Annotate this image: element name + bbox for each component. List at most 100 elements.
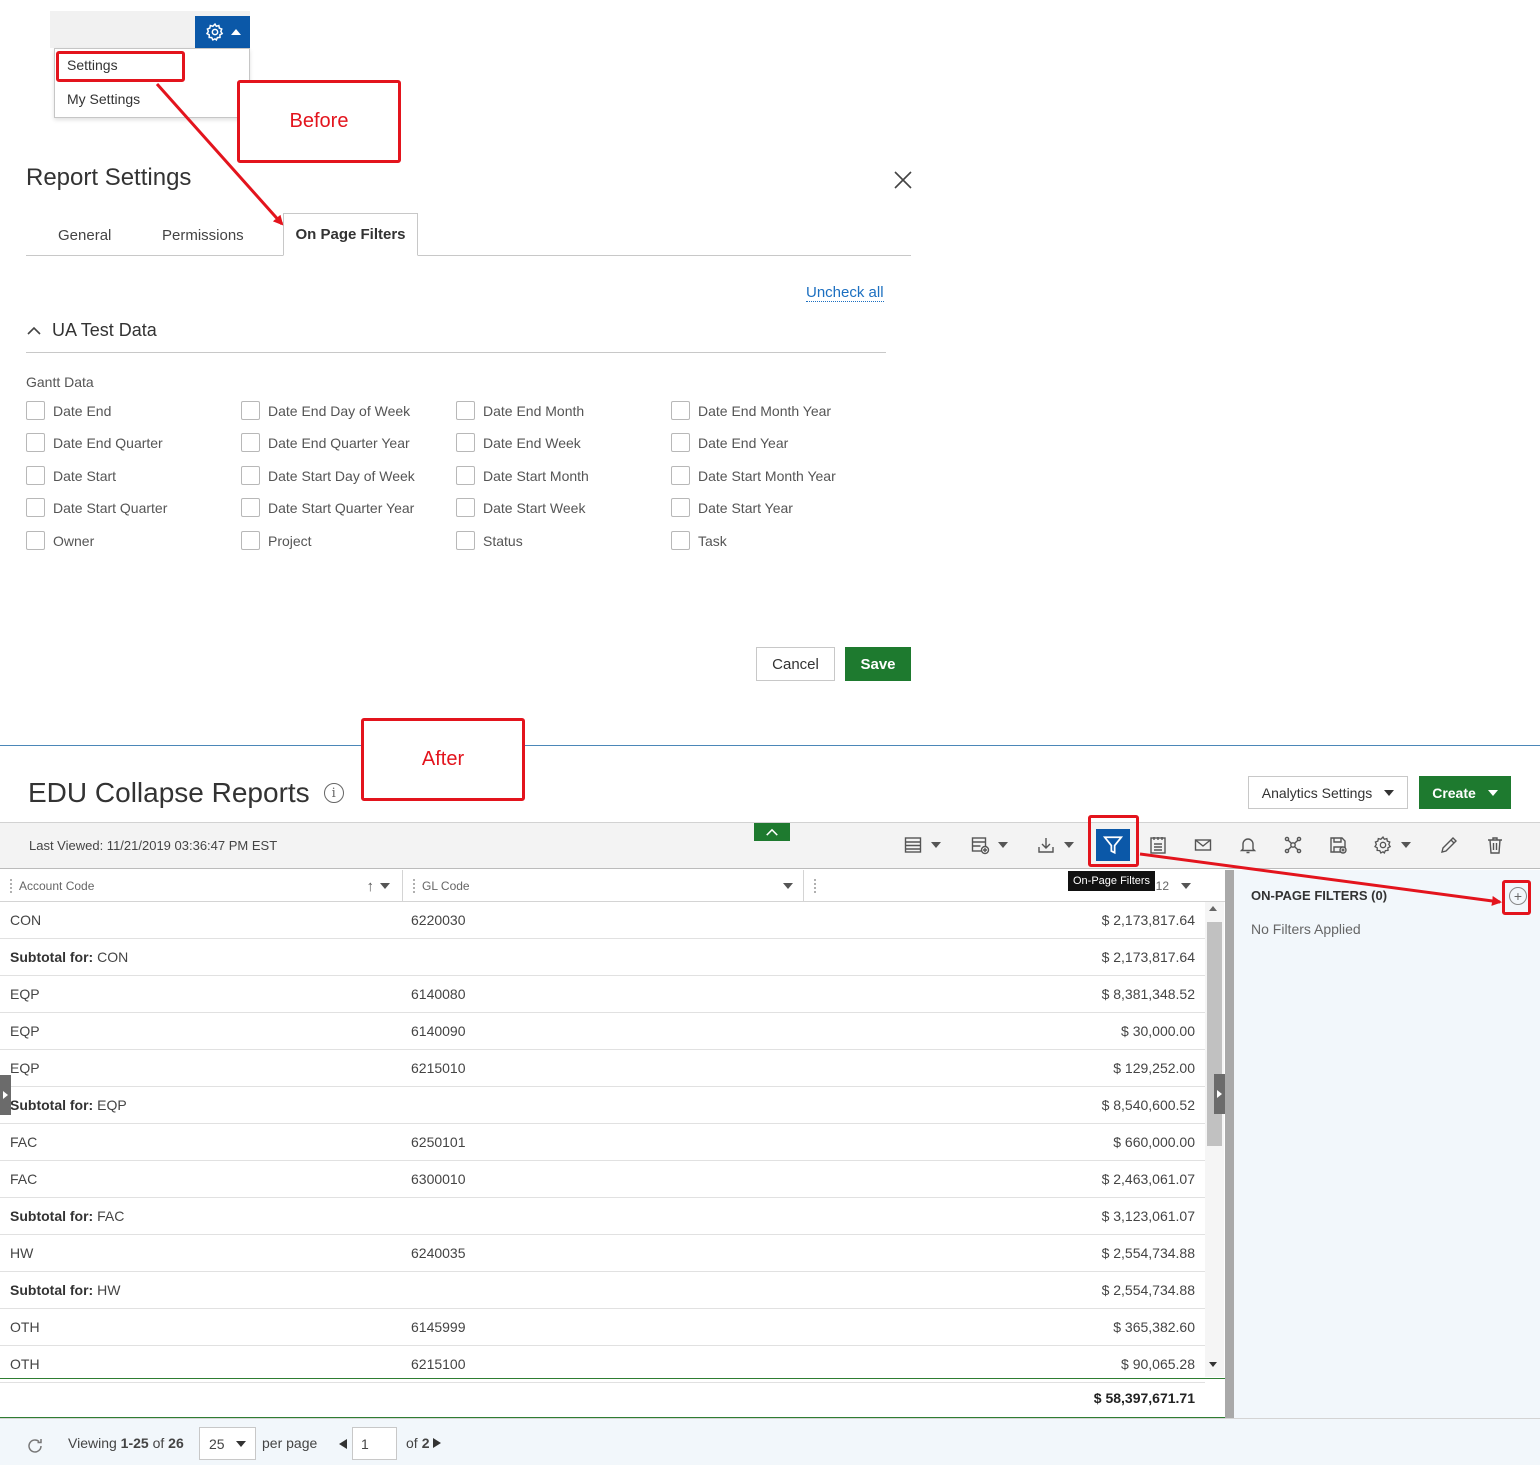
checkbox-box[interactable] xyxy=(26,466,45,485)
checkbox-label: Date End Month xyxy=(483,402,585,419)
checkbox-date-end-quarter[interactable]: Date End Quarter xyxy=(26,433,163,452)
info-icon[interactable]: i xyxy=(323,783,344,803)
drag-handle-icon[interactable] xyxy=(813,878,817,894)
checkbox-task[interactable]: Task xyxy=(671,531,727,550)
subtotal-label: Subtotal for: xyxy=(10,1208,94,1224)
checkbox-box[interactable] xyxy=(26,433,45,452)
layout-menu-button[interactable] xyxy=(903,834,941,856)
checkbox-date-end-day-of-week[interactable]: Date End Day of Week xyxy=(241,401,410,420)
checkbox-box[interactable] xyxy=(241,433,260,452)
menu-item-my-settings[interactable]: My Settings xyxy=(67,91,140,107)
checkbox-owner[interactable]: Owner xyxy=(26,531,94,550)
checkbox-date-end-month[interactable]: Date End Month xyxy=(456,401,584,420)
cancel-button[interactable]: Cancel xyxy=(756,647,835,681)
edit-button[interactable] xyxy=(1439,834,1459,856)
checkbox-date-start-quarter-year[interactable]: Date Start Quarter Year xyxy=(241,498,414,517)
analytics-settings-button[interactable]: Analytics Settings xyxy=(1248,776,1408,809)
drag-handle-icon[interactable] xyxy=(412,878,416,894)
annotation-before-label: Before xyxy=(237,80,401,163)
column-header-gl-code[interactable]: GL Code xyxy=(403,870,803,902)
checkbox-box[interactable] xyxy=(241,498,260,517)
per-page-label: per page xyxy=(262,1435,318,1451)
create-button[interactable]: Create xyxy=(1419,776,1511,809)
checkbox-project[interactable]: Project xyxy=(241,531,312,550)
tab-permissions[interactable]: Permissions xyxy=(162,227,244,244)
refresh-icon[interactable] xyxy=(25,1436,45,1459)
scroll-up-arrow-icon[interactable] xyxy=(1209,906,1217,911)
checkbox-box[interactable] xyxy=(26,531,45,550)
checkbox-box[interactable] xyxy=(456,401,475,420)
checkbox-date-end-month-year[interactable]: Date End Month Year xyxy=(671,401,831,420)
checkbox-date-start-month-year[interactable]: Date Start Month Year xyxy=(671,466,836,485)
checkbox-box[interactable] xyxy=(26,498,45,517)
checkbox-label: Date Start Month xyxy=(483,467,589,484)
checkbox-box[interactable] xyxy=(671,401,690,420)
checkbox-label: Owner xyxy=(53,532,95,549)
save-button[interactable]: Save xyxy=(845,647,911,681)
sort-controls[interactable]: ↑ xyxy=(367,878,390,895)
right-panel-toggle[interactable] xyxy=(1214,1074,1225,1114)
checkbox-date-end[interactable]: Date End xyxy=(26,401,111,420)
checkbox-date-start-year[interactable]: Date Start Year xyxy=(671,498,793,517)
checkbox-box[interactable] xyxy=(26,401,45,420)
checkbox-status[interactable]: Status xyxy=(456,531,523,550)
checkbox-box[interactable] xyxy=(456,433,475,452)
scroll-down-arrow-icon[interactable] xyxy=(1209,1362,1217,1367)
checkbox-date-start-day-of-week[interactable]: Date Start Day of Week xyxy=(241,466,415,485)
checkbox-box[interactable] xyxy=(456,466,475,485)
subtotal-code: EQP xyxy=(97,1097,127,1113)
checkbox-box[interactable] xyxy=(671,531,690,550)
checkbox-date-start-week[interactable]: Date Start Week xyxy=(456,498,585,517)
checkbox-date-start-quarter[interactable]: Date Start Quarter xyxy=(26,498,167,517)
checkbox-date-start-month[interactable]: Date Start Month xyxy=(456,466,589,485)
checkbox-date-end-quarter-year[interactable]: Date End Quarter Year xyxy=(241,433,410,452)
drag-handle-icon[interactable] xyxy=(9,878,13,894)
save-report-button[interactable] xyxy=(1328,834,1348,856)
panel-splitter[interactable] xyxy=(1225,870,1234,1418)
save-disk-icon xyxy=(1330,837,1347,854)
add-column-menu-button[interactable] xyxy=(970,834,1008,856)
alerts-button[interactable] xyxy=(1238,834,1258,856)
uncheck-all-link[interactable]: Uncheck all xyxy=(806,284,884,302)
notes-button[interactable] xyxy=(1148,834,1168,856)
tab-on-page-filters[interactable]: On Page Filters xyxy=(283,213,418,256)
section-header-ua-test-data[interactable]: UA Test Data xyxy=(26,320,157,341)
cell-amount: $ 2,554,734.88 xyxy=(1101,1282,1195,1298)
caret-down-icon xyxy=(236,1440,246,1447)
delete-button[interactable] xyxy=(1485,834,1505,856)
export-menu-button[interactable] xyxy=(1036,834,1074,856)
on-page-filters-panel xyxy=(1234,870,1540,1418)
checkbox-box[interactable] xyxy=(671,466,690,485)
checkbox-box[interactable] xyxy=(241,531,260,550)
pencil-icon xyxy=(1441,837,1457,853)
cell-account-code: Subtotal for: FAC xyxy=(10,1208,124,1224)
checkbox-date-end-week[interactable]: Date End Week xyxy=(456,433,581,452)
previous-page-icon[interactable] xyxy=(339,1439,347,1449)
checkbox-label: Date Start Month Year xyxy=(698,467,836,484)
checkbox-box[interactable] xyxy=(456,531,475,550)
checkbox-box[interactable] xyxy=(241,466,260,485)
per-page-select[interactable]: 25 xyxy=(199,1427,256,1460)
settings-gear-button[interactable] xyxy=(195,16,250,48)
collapse-header-button[interactable] xyxy=(754,823,790,841)
checkbox-date-end-year[interactable]: Date End Year xyxy=(671,433,788,452)
close-icon[interactable] xyxy=(891,168,915,192)
subtotal-row: Subtotal for: HW $ 2,554,734.88 xyxy=(0,1272,1205,1309)
tab-general[interactable]: General xyxy=(58,227,111,244)
checkbox-box[interactable] xyxy=(456,498,475,517)
analytics-settings-label: Analytics Settings xyxy=(1261,784,1373,801)
page-number-input[interactable]: 1 xyxy=(352,1427,397,1460)
left-panel-toggle[interactable] xyxy=(0,1075,11,1115)
email-button[interactable] xyxy=(1193,834,1213,856)
checkbox-box[interactable] xyxy=(241,401,260,420)
cell-account-code: EQP xyxy=(10,986,40,1002)
next-page-icon[interactable] xyxy=(433,1438,442,1448)
checkbox-box[interactable] xyxy=(671,433,690,452)
checkbox-box[interactable] xyxy=(671,498,690,517)
dimensions-button[interactable] xyxy=(1283,834,1303,856)
column-header-account-code[interactable]: Account Code ↑ xyxy=(0,870,402,902)
report-settings-menu-button[interactable] xyxy=(1373,834,1411,856)
annotation-highlight-settings xyxy=(56,51,185,82)
cell-gl-code: 6215010 xyxy=(411,1060,466,1076)
checkbox-date-start[interactable]: Date Start xyxy=(26,466,116,485)
